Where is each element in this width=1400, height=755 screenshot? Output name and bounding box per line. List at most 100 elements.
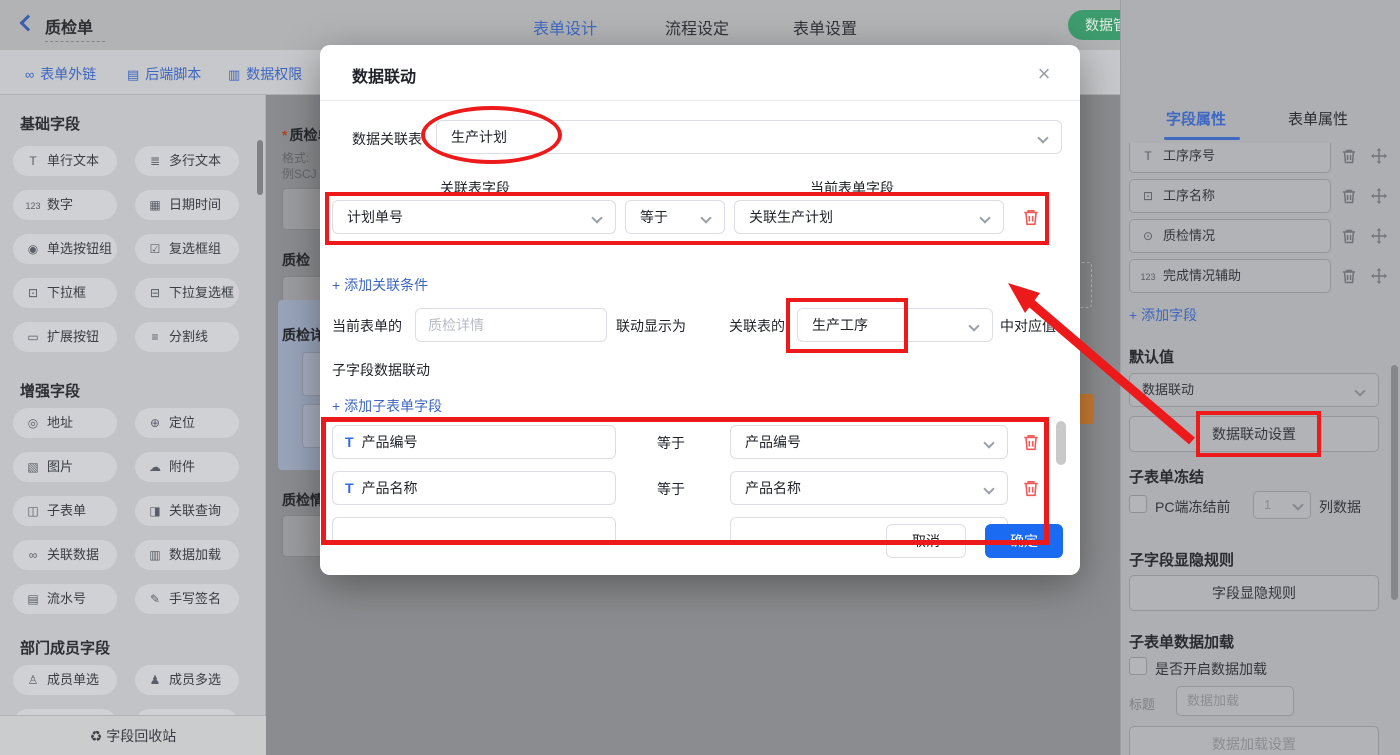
field-type-attachment[interactable]: ☁附件 xyxy=(135,452,239,482)
tab-form-setting[interactable]: 表单设置 xyxy=(793,15,857,39)
sidebar-scrollbar[interactable] xyxy=(257,140,263,195)
subfield-row-complete[interactable]: 123完成情况辅助 xyxy=(1129,259,1331,293)
canvas-field-label: 质检情 xyxy=(282,490,324,510)
ok-button[interactable]: 确定 xyxy=(985,524,1063,558)
field-type-multi-text[interactable]: ≣多行文本 xyxy=(135,146,239,176)
chevron-down-icon xyxy=(1037,132,1048,143)
subfield-left-box[interactable]: T产品名称 xyxy=(332,471,616,505)
move-icon[interactable] xyxy=(1371,148,1387,164)
tab-form-design[interactable]: 表单设计 xyxy=(533,15,597,39)
related-field-select[interactable]: 生产工序 xyxy=(797,308,993,342)
field-type-single-text[interactable]: T单行文本 xyxy=(13,146,117,176)
field-type-address[interactable]: ◎地址 xyxy=(13,408,117,438)
chevron-down-icon xyxy=(968,320,979,331)
subfield-left-box-partial[interactable] xyxy=(332,517,616,544)
chevron-down-icon xyxy=(1354,385,1365,396)
data-load-checkbox[interactable] xyxy=(1129,657,1147,675)
move-icon[interactable] xyxy=(1371,188,1387,204)
subform-icon: ◫ xyxy=(25,496,41,526)
data-permission-item[interactable]: ▥数据权限 xyxy=(228,64,302,84)
suffix-label: 中对应值 xyxy=(1000,316,1056,336)
condition-op-select[interactable]: 等于 xyxy=(625,200,725,234)
field-type-serial-number[interactable]: ▤流水号 xyxy=(13,584,117,614)
trash-icon[interactable] xyxy=(1022,479,1040,497)
tab-form-properties[interactable]: 表单属性 xyxy=(1288,108,1348,129)
freeze-count-select[interactable]: 1 xyxy=(1253,491,1311,519)
field-type-signature[interactable]: ✎手写签名 xyxy=(135,584,239,614)
add-field-link[interactable]: + 添加字段 xyxy=(1129,305,1197,325)
field-type-data-load[interactable]: ▥数据加载 xyxy=(135,540,239,570)
add-condition-link[interactable]: + 添加关联条件 xyxy=(332,275,428,295)
subfield-row-qc[interactable]: ⊙质检情况 xyxy=(1129,219,1331,253)
field-type-relation-data[interactable]: ∞关联数据 xyxy=(13,540,117,570)
relation-table-select[interactable]: 生产计划 xyxy=(436,120,1062,154)
field-type-number[interactable]: 123数字 xyxy=(13,190,117,220)
subfield-right-select[interactable]: 产品名称 xyxy=(730,471,1008,505)
tab-flow-setting[interactable]: 流程设定 xyxy=(665,15,729,39)
subfield-row-name[interactable]: ⊡工序名称 xyxy=(1129,179,1331,213)
serial-icon: ▤ xyxy=(25,584,41,614)
subfield-right-select[interactable]: 产品编号 xyxy=(730,425,1008,459)
field-library-sidebar: 基础字段 T单行文本 ≣多行文本 123数字 ▦日期时间 ◉单选按钮组 ☑复选框… xyxy=(0,95,266,755)
data-load-settings-button[interactable]: 数据加载设置 xyxy=(1129,726,1379,755)
panel-tabs-bar: 字段属性 表单属性 xyxy=(1121,95,1400,143)
field-type-image[interactable]: ▧图片 xyxy=(13,452,117,482)
column-header-right: 当前表单字段 xyxy=(810,178,894,198)
trash-icon[interactable] xyxy=(1022,433,1040,451)
default-value-select[interactable]: 数据联动 xyxy=(1129,373,1379,407)
trash-icon[interactable] xyxy=(1341,268,1357,284)
query-icon: ◨ xyxy=(147,496,163,526)
field-type-radio-group[interactable]: ◉单选按钮组 xyxy=(13,234,117,264)
move-icon[interactable] xyxy=(1371,228,1387,244)
subfield-rules-title: 子字段显隐规则 xyxy=(1129,549,1234,570)
data-load-title-input[interactable]: 数据加载 xyxy=(1176,686,1294,716)
properties-panel: 字段属性 表单属性 T工序序号 ⊡工序名称 ⊙质检情况 123完成情况辅助 + … xyxy=(1120,0,1400,755)
field-type-multi-dropdown[interactable]: ⊟下拉复选框 xyxy=(135,278,239,308)
pin-icon: ◎ xyxy=(25,408,41,438)
number-icon: 123 xyxy=(1140,261,1156,293)
external-link-item[interactable]: ∞表单外链 xyxy=(25,64,96,84)
field-recycle-bin[interactable]: ♻ 字段回收站 xyxy=(0,715,266,755)
cancel-button[interactable]: 取消 xyxy=(886,524,966,558)
data-linkage-settings-button[interactable]: 数据联动设置 xyxy=(1129,416,1379,452)
person-icon: ♙ xyxy=(25,665,41,695)
number-icon: 123 xyxy=(25,191,41,220)
close-icon[interactable]: × xyxy=(1032,61,1056,87)
panel-scrollbar[interactable] xyxy=(1391,365,1398,600)
trash-icon[interactable] xyxy=(1341,188,1357,204)
backend-script-item[interactable]: ▤后端脚本 xyxy=(127,64,201,84)
subfield-row-seq[interactable]: T工序序号 xyxy=(1129,139,1331,173)
field-type-relation-query[interactable]: ◨关联查询 xyxy=(135,496,239,526)
canvas-hint: 格式: xyxy=(282,149,309,166)
tab-field-properties[interactable]: 字段属性 xyxy=(1166,108,1226,129)
field-type-location[interactable]: ⊕定位 xyxy=(135,408,239,438)
field-type-dropdown[interactable]: ⊡下拉框 xyxy=(13,278,117,308)
field-type-datetime[interactable]: ▦日期时间 xyxy=(135,190,239,220)
add-subfield-link[interactable]: + 添加子表单字段 xyxy=(332,396,442,416)
condition-target-select[interactable]: 关联生产计划 xyxy=(734,200,1004,234)
field-type-subform[interactable]: ◫子表单 xyxy=(13,496,117,526)
field-type-divider[interactable]: ≡分割线 xyxy=(135,322,239,352)
field-type-member-single[interactable]: ♙成员单选 xyxy=(13,665,117,695)
field-type-extend-button[interactable]: ▭扩展按钮 xyxy=(13,322,117,352)
image-icon: ▧ xyxy=(25,452,41,482)
freeze-checkbox[interactable] xyxy=(1129,495,1147,513)
trash-icon[interactable] xyxy=(1022,208,1040,226)
relation-table-label: 数据关联表 xyxy=(352,129,422,149)
freeze-label: PC端冻结前 xyxy=(1155,497,1230,517)
modal-scrollbar[interactable] xyxy=(1056,421,1066,465)
section-title-enhanced: 增强字段 xyxy=(20,380,80,401)
condition-field-select[interactable]: 计划单号 xyxy=(332,200,616,234)
field-type-member-multi[interactable]: ♟成员多选 xyxy=(135,665,239,695)
back-icon[interactable] xyxy=(20,15,37,32)
column-header-left: 关联表字段 xyxy=(440,178,510,198)
subfield-right-select-partial[interactable] xyxy=(730,517,1008,544)
trash-icon[interactable] xyxy=(1341,148,1357,164)
move-icon[interactable] xyxy=(1371,268,1387,284)
trash-icon[interactable] xyxy=(1341,228,1357,244)
pen-icon: ✎ xyxy=(147,584,163,614)
field-visibility-rules-button[interactable]: 字段显隐规则 xyxy=(1129,575,1379,611)
detail-field-input[interactable]: 质检详情 xyxy=(415,308,607,342)
field-type-checkbox-group[interactable]: ☑复选框组 xyxy=(135,234,239,264)
subfield-left-box[interactable]: T产品编号 xyxy=(332,425,616,459)
